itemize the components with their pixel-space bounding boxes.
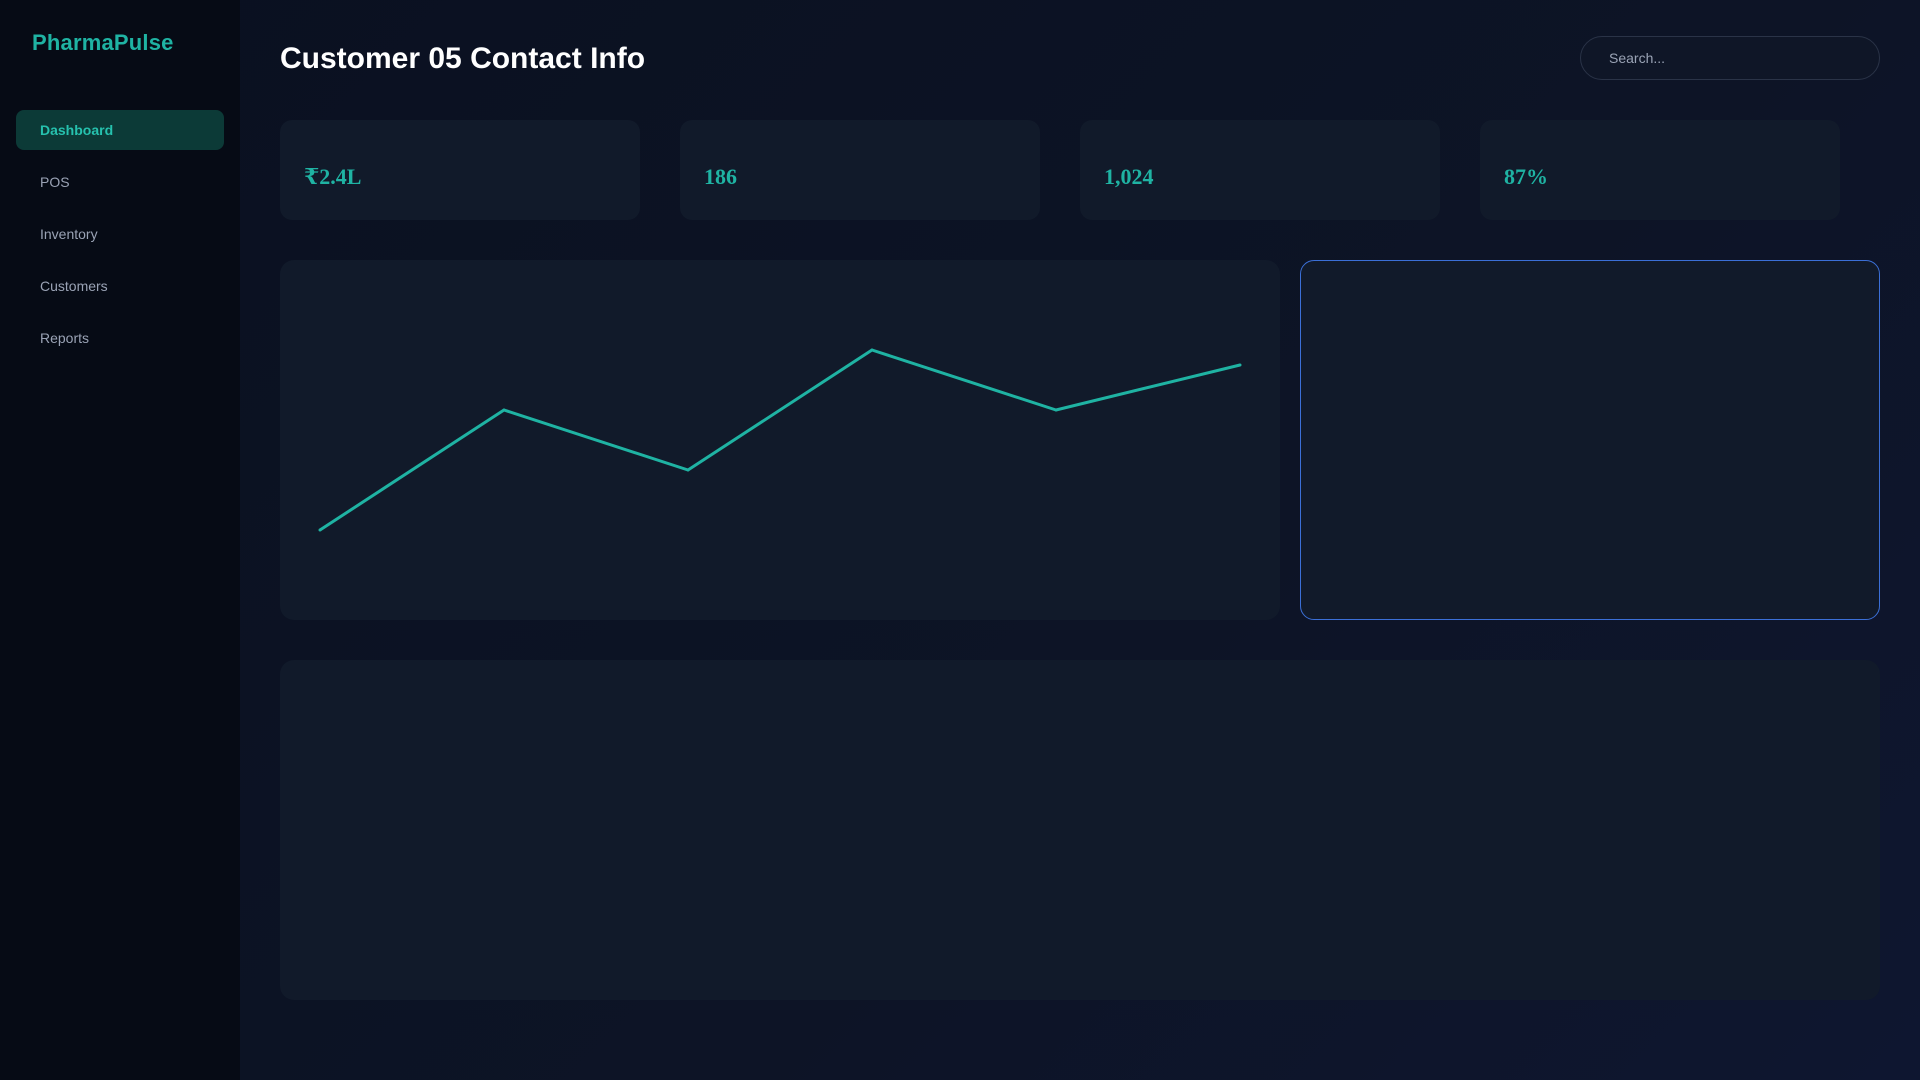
sidebar-item-label: Customers bbox=[40, 278, 108, 294]
sidebar-nav: Dashboard POS Inventory Customers Report… bbox=[16, 110, 224, 370]
sidebar-item-label: Inventory bbox=[40, 226, 98, 242]
brand-logo[interactable]: PharmaPulse bbox=[32, 30, 174, 56]
sidebar: PharmaPulse Dashboard POS Inventory Cust… bbox=[0, 0, 240, 1080]
sidebar-item-customers[interactable]: Customers bbox=[16, 266, 224, 306]
sidebar-item-reports[interactable]: Reports bbox=[16, 318, 224, 358]
bottom-panel bbox=[280, 660, 1880, 1000]
line-chart bbox=[318, 348, 1242, 532]
search-input[interactable] bbox=[1580, 36, 1880, 80]
data-point bbox=[502, 408, 506, 412]
sidebar-item-label: Dashboard bbox=[40, 122, 114, 138]
series-line bbox=[319, 348, 1241, 532]
line-chart-panel bbox=[280, 260, 1280, 620]
page-title: Customer 05 Contact Info bbox=[280, 42, 646, 75]
sidebar-item-inventory[interactable]: Inventory bbox=[16, 214, 224, 254]
side-panel[interactable] bbox=[1300, 260, 1880, 620]
stat-card-customers: 1,024 bbox=[1080, 120, 1440, 220]
data-point bbox=[686, 468, 690, 472]
stat-value: 87% bbox=[1504, 164, 1548, 189]
sidebar-item-dashboard[interactable]: Dashboard bbox=[16, 110, 224, 150]
data-point bbox=[1238, 363, 1242, 367]
sidebar-item-label: Reports bbox=[40, 330, 90, 346]
data-point bbox=[1054, 408, 1058, 412]
stat-card-percentage: 87% bbox=[1480, 120, 1840, 220]
stat-card-orders: 186 bbox=[680, 120, 1040, 220]
app-root: PharmaPulse Dashboard POS Inventory Cust… bbox=[0, 0, 1920, 1080]
sidebar-item-label: POS bbox=[40, 174, 70, 190]
data-point bbox=[870, 348, 874, 352]
stat-value: ₹2.4L bbox=[304, 164, 362, 189]
data-point bbox=[318, 528, 322, 532]
stat-value: 186 bbox=[704, 164, 737, 189]
stat-card-revenue: ₹2.4L bbox=[280, 120, 640, 220]
sidebar-item-pos[interactable]: POS bbox=[16, 162, 224, 202]
stat-value: 1,024 bbox=[1104, 164, 1154, 189]
